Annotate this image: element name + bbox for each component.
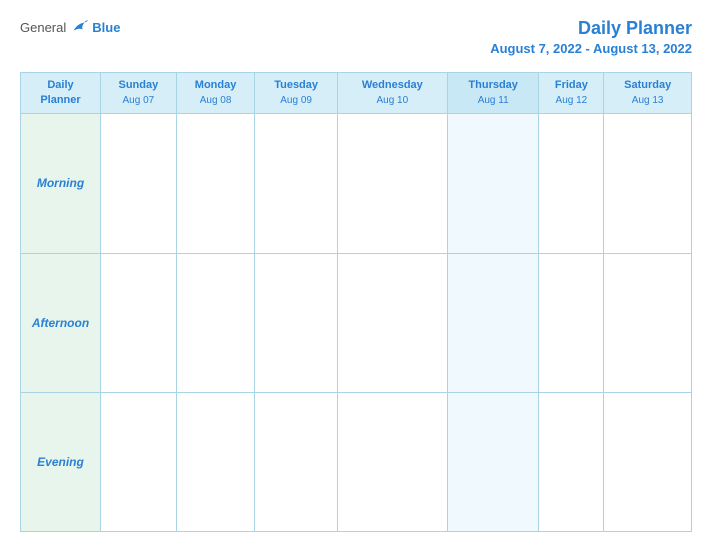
row-evening: Evening [21,392,692,531]
col-header-label: Daily Planner [21,72,101,114]
header: General Blue Daily Planner August 7, 202… [20,18,692,58]
cell-afternoon-saturday[interactable] [604,253,692,392]
col-header-wednesday: Wednesday Aug 10 [337,72,447,114]
logo-general: General [20,20,66,35]
logo: General Blue [20,18,120,36]
cell-morning-tuesday[interactable] [255,114,337,253]
planner-title: Daily Planner [578,18,692,38]
cell-morning-wednesday[interactable] [337,114,447,253]
header-row: Daily Planner Sunday Aug 07 Monday Aug 0… [21,72,692,114]
cell-evening-saturday[interactable] [604,392,692,531]
col-header-friday: Friday Aug 12 [539,72,604,114]
cell-afternoon-monday[interactable] [176,253,255,392]
cell-afternoon-friday[interactable] [539,253,604,392]
cell-morning-sunday[interactable] [101,114,177,253]
logo-bird-icon [70,18,88,36]
cell-evening-tuesday[interactable] [255,392,337,531]
col-header-thursday: Thursday Aug 11 [447,72,539,114]
row-morning: Morning [21,114,692,253]
calendar-table: Daily Planner Sunday Aug 07 Monday Aug 0… [20,72,692,532]
cell-evening-friday[interactable] [539,392,604,531]
cell-morning-thursday[interactable] [447,114,539,253]
date-range: August 7, 2022 - August 13, 2022 [490,41,692,56]
title-area: Daily Planner August 7, 2022 - August 13… [490,18,692,58]
cell-afternoon-sunday[interactable] [101,253,177,392]
logo-blue: Blue [92,20,120,35]
cell-evening-wednesday[interactable] [337,392,447,531]
row-label-afternoon: Afternoon [21,253,101,392]
row-label-evening: Evening [21,392,101,531]
cell-afternoon-tuesday[interactable] [255,253,337,392]
cell-afternoon-wednesday[interactable] [337,253,447,392]
col-header-monday: Monday Aug 08 [176,72,255,114]
col-header-sunday: Sunday Aug 07 [101,72,177,114]
cell-afternoon-thursday[interactable] [447,253,539,392]
cell-morning-monday[interactable] [176,114,255,253]
col-header-saturday: Saturday Aug 13 [604,72,692,114]
row-label-morning: Morning [21,114,101,253]
cell-evening-sunday[interactable] [101,392,177,531]
cell-evening-thursday[interactable] [447,392,539,531]
cell-morning-friday[interactable] [539,114,604,253]
row-afternoon: Afternoon [21,253,692,392]
cell-morning-saturday[interactable] [604,114,692,253]
cell-evening-monday[interactable] [176,392,255,531]
col-header-tuesday: Tuesday Aug 09 [255,72,337,114]
